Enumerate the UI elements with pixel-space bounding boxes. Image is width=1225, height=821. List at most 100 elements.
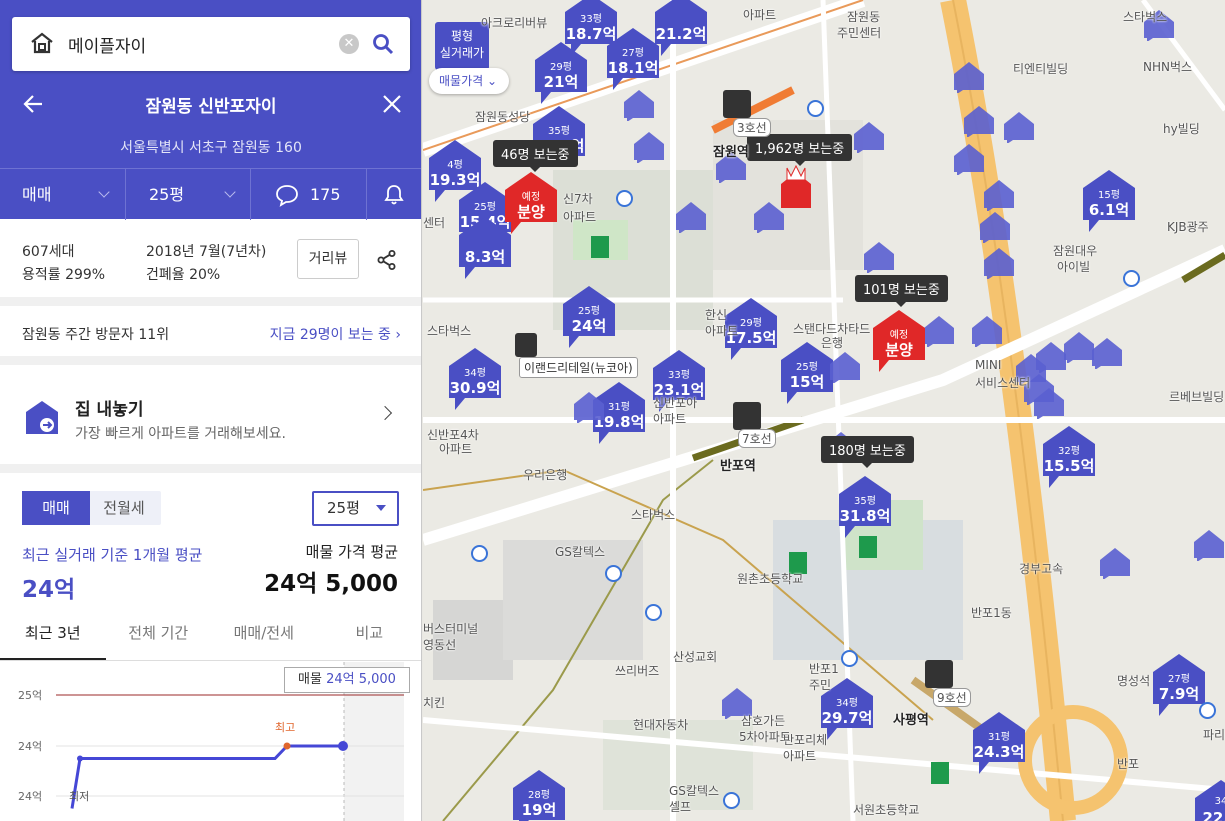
tab-sale-jeonse[interactable]: 매매/전세 — [211, 610, 317, 660]
house-marker-icon[interactable] — [983, 178, 1015, 211]
crown-marker[interactable] — [779, 162, 813, 214]
low-mark-label: 최저 — [69, 790, 89, 803]
house-marker-icon[interactable] — [963, 104, 995, 137]
building-coverage: 건폐율 20% — [146, 267, 221, 283]
street-view-button[interactable]: 거리뷰 — [297, 239, 359, 279]
price-marker[interactable]: 27평 7.9억 — [1151, 652, 1207, 726]
subway-icon[interactable] — [925, 660, 953, 688]
completion-date: 2018년 7월(7년차) — [146, 244, 267, 260]
house-marker-icon[interactable] — [1033, 386, 1065, 419]
house-marker-icon[interactable] — [979, 210, 1011, 243]
price-size-select[interactable]: 25평 — [312, 491, 399, 526]
search-input[interactable] — [68, 31, 338, 57]
viewers-bubble: 180명 보는중 — [821, 436, 914, 468]
search-box[interactable]: ✕ — [12, 17, 410, 71]
map-label: GS칼텍스 — [669, 784, 720, 798]
close-icon[interactable] — [381, 93, 403, 119]
price-marker[interactable]: 32평 15.5억 — [1041, 424, 1097, 498]
map-label: 주민 — [809, 678, 832, 692]
price-marker[interactable]: 31평 24.3억 — [971, 710, 1027, 784]
map-label: 르베브빌딩 — [1169, 390, 1225, 404]
chevron-down-icon — [98, 186, 110, 198]
house-marker-icon[interactable] — [953, 60, 985, 93]
map-label: 서원초등학교 — [853, 803, 920, 817]
price-marker[interactable]: 29평 21억 — [533, 40, 589, 114]
clear-icon[interactable]: ✕ — [339, 34, 359, 54]
price-marker[interactable]: 15평 6.1억 — [1081, 168, 1137, 242]
price-marker[interactable]: 25평 24억 — [561, 284, 617, 358]
house-marker-icon[interactable] — [983, 246, 1015, 279]
size-select[interactable]: 25평 — [126, 169, 251, 220]
alarm-button[interactable] — [367, 169, 421, 220]
search-icon[interactable] — [372, 33, 394, 59]
viewing-now-link[interactable]: 지금 29명이 보는 중 › — [270, 324, 401, 344]
house-marker-icon[interactable] — [953, 142, 985, 175]
marker-price: 19억 — [521, 801, 557, 819]
house-marker-icon[interactable] — [923, 314, 955, 347]
bus-stop-icon[interactable] — [645, 604, 662, 621]
subway-icon[interactable] — [723, 90, 751, 118]
tab-compare[interactable]: 비교 — [317, 610, 422, 660]
bus-stop-icon[interactable] — [1123, 270, 1140, 287]
house-marker-icon[interactable] — [863, 240, 895, 273]
house-marker-icon[interactable] — [1193, 528, 1225, 561]
bus-stop-icon[interactable] — [605, 565, 622, 582]
house-marker-icon[interactable] — [573, 390, 605, 423]
subway-icon[interactable] — [733, 402, 761, 430]
map-label: 삼호가든 — [741, 714, 786, 728]
house-marker-icon[interactable] — [675, 200, 707, 233]
sell-house-banner[interactable] — [0, 374, 421, 464]
price-marker[interactable]: 28평 19억 — [511, 768, 567, 821]
map-label: NHN벅스 — [1143, 60, 1193, 74]
bus-stop-icon[interactable] — [807, 100, 824, 117]
bus-stop-icon[interactable] — [616, 190, 633, 207]
house-marker-icon[interactable] — [971, 314, 1003, 347]
price-marker[interactable]: 21.2억 — [653, 0, 709, 66]
viewers-bubble: 101명 보는중 — [855, 275, 948, 307]
price-marker[interactable]: 34 22.1 — [1193, 778, 1225, 821]
segment-sale[interactable]: 매매 — [22, 491, 90, 525]
series-point — [77, 755, 83, 762]
divider — [0, 356, 421, 365]
home-icon[interactable] — [30, 32, 54, 58]
comments-button[interactable]: 175 — [251, 169, 367, 220]
tab-recent-3y[interactable]: 최근 3년 — [0, 610, 106, 660]
segment-rent[interactable]: 전월세 — [90, 491, 158, 525]
house-marker-icon[interactable] — [853, 120, 885, 153]
house-marker-icon[interactable] — [1003, 110, 1035, 143]
households: 607세대 — [22, 244, 75, 260]
map-label: 현대자동차 — [633, 718, 689, 732]
map-label: 신반포아 — [653, 396, 698, 410]
map-view[interactable]: 평형 실거래가 매물가격 ⌄ 33평 18.7억 21.2억 29평 21억 27평 18.1… — [423, 0, 1225, 821]
presale-marker[interactable]: 예정 분양 — [503, 170, 559, 244]
map-label: 반포 — [1117, 757, 1140, 771]
price-marker[interactable]: 25평 15억 — [779, 340, 835, 414]
school-flag-icon — [931, 762, 949, 784]
house-marker-icon[interactable] — [1099, 546, 1131, 579]
presale-marker[interactable]: 예정 분양 — [871, 308, 927, 382]
house-marker-icon[interactable] — [1091, 336, 1123, 369]
house-marker-icon[interactable] — [829, 350, 861, 383]
listing-price-toggle[interactable]: 매물가격 ⌄ — [429, 68, 509, 94]
bus-stop-icon[interactable] — [471, 545, 488, 562]
deal-type-select[interactable]: 매매 — [0, 169, 126, 220]
station-label: 사평역 — [893, 713, 929, 728]
shopping-bag-icon[interactable] — [515, 333, 537, 357]
house-marker-icon[interactable] — [633, 130, 665, 163]
deal-segment: 매매 전월세 — [22, 491, 161, 525]
price-series-line — [70, 744, 343, 809]
bus-stop-icon[interactable] — [841, 650, 858, 667]
house-marker-icon[interactable] — [623, 88, 655, 121]
marker-price: 15억 — [789, 373, 825, 391]
tab-all-period[interactable]: 전체 기간 — [106, 610, 212, 660]
bus-stop-icon[interactable] — [723, 792, 740, 809]
price-marker[interactable]: 34평 30.9억 — [447, 346, 503, 420]
map-label: 아이빌 — [1057, 260, 1091, 274]
map-label: 산성교회 — [673, 650, 718, 664]
bus-stop-icon[interactable] — [1199, 702, 1216, 719]
comments-count: 175 — [310, 185, 341, 204]
share-icon[interactable] — [376, 249, 398, 275]
house-sell-icon — [24, 398, 60, 440]
map-label: 명성석 — [1117, 674, 1151, 688]
marker-price: 24억 — [571, 317, 607, 335]
